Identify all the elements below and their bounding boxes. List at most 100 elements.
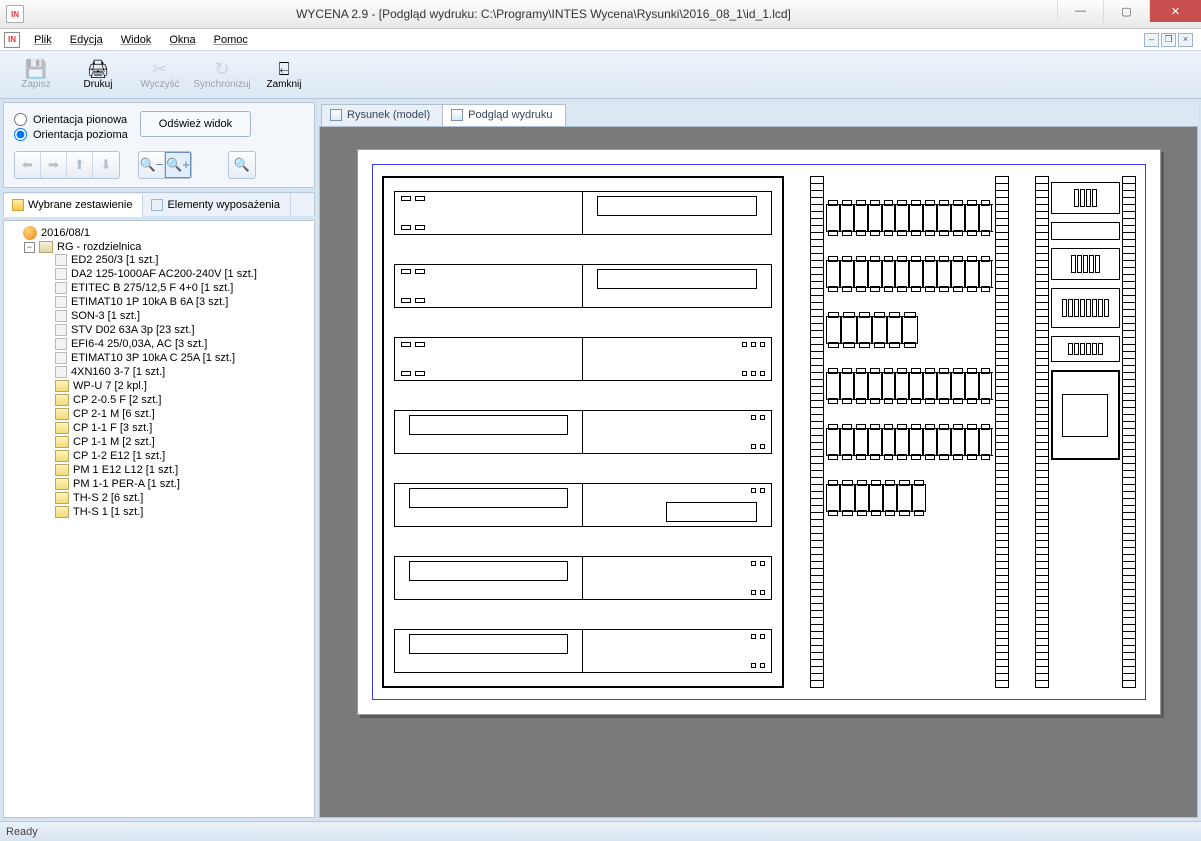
tree-item[interactable]: PM 1 E12 L12 [1 szt.] bbox=[40, 464, 312, 476]
close-icon: ⍇ bbox=[279, 60, 290, 78]
component-icon bbox=[55, 380, 69, 392]
doc-tab-model[interactable]: Rysunek (model) bbox=[321, 104, 443, 126]
cabinet-3 bbox=[1035, 176, 1136, 688]
mdi-close-button[interactable]: × bbox=[1178, 33, 1193, 47]
preview-page bbox=[357, 149, 1161, 715]
nav-down-button[interactable]: ⬇ bbox=[93, 152, 119, 178]
toolbar: 💾 Zapisz 🖨 Drukuj ✂ Wyczyść ↻ Synchroniz… bbox=[0, 51, 1201, 99]
app-icon: IN bbox=[6, 5, 24, 23]
box-icon bbox=[39, 241, 53, 253]
tree-item[interactable]: CP 2-1 M [6 szt.] bbox=[40, 408, 312, 420]
nav-left-button[interactable]: ⬅ bbox=[15, 152, 41, 178]
tab-wybrane-label: Wybrane zestawienie bbox=[28, 199, 132, 211]
tab-elementy-label: Elementy wyposażenia bbox=[167, 199, 280, 211]
orientation-horizontal-label: Orientacja pozioma bbox=[33, 129, 128, 141]
statusbar: Ready bbox=[0, 821, 1201, 841]
zoom-fit-button[interactable]: 🔍 bbox=[229, 152, 255, 178]
nav-right-button[interactable]: ➡ bbox=[41, 152, 67, 178]
component-icon bbox=[55, 464, 69, 476]
component-icon bbox=[55, 254, 67, 266]
tree-item[interactable]: TH-S 1 [1 szt.] bbox=[40, 506, 312, 518]
zoom-out-button[interactable]: 🔍− bbox=[139, 152, 165, 178]
zapisz-button: 💾 Zapisz bbox=[6, 54, 66, 96]
tree-item[interactable]: ETITEC B 275/12,5 F 4+0 [1 szt.] bbox=[40, 282, 312, 294]
tab-wybrane-zestawienie[interactable]: Wybrane zestawienie bbox=[4, 194, 143, 217]
print-icon: 🖨 bbox=[87, 60, 110, 78]
close-button[interactable]: ✕ bbox=[1149, 0, 1201, 22]
zamknij-button[interactable]: ⍇ Zamknij bbox=[254, 54, 314, 96]
menu-pomoc[interactable]: Pomoc bbox=[206, 32, 256, 48]
component-icon bbox=[55, 408, 69, 420]
busbar-right bbox=[995, 176, 1009, 688]
doc-tab-preview[interactable]: Podgląd wydruku bbox=[442, 104, 565, 126]
wyczysc-button: ✂ Wyczyść bbox=[130, 54, 190, 96]
orientation-group: Orientacja pionowa Orientacja pozioma bbox=[14, 113, 128, 141]
component-icon bbox=[55, 394, 69, 406]
doc-tab-model-label: Rysunek (model) bbox=[347, 109, 430, 121]
tree-item[interactable]: WP-U 7 [2 kpl.] bbox=[40, 380, 312, 392]
window-title: WYCENA 2.9 - [Podgląd wydruku: C:\Progra… bbox=[30, 7, 1057, 21]
radio-orientation-horizontal[interactable]: Orientacja pozioma bbox=[14, 128, 128, 141]
menu-plik[interactable]: Plik bbox=[26, 32, 60, 48]
tree-item[interactable]: ED2 250/3 [1 szt.] bbox=[40, 254, 312, 266]
nav-up-button[interactable]: ⬆ bbox=[67, 152, 93, 178]
app-system-icon[interactable]: IN bbox=[4, 32, 20, 48]
tree-item[interactable]: SON-3 [1 szt.] bbox=[40, 310, 312, 322]
synchronizuj-label: Synchronizuj bbox=[193, 80, 250, 90]
component-icon bbox=[55, 282, 67, 294]
zapisz-label: Zapisz bbox=[21, 80, 50, 90]
component-icon bbox=[55, 422, 69, 434]
refresh-view-button[interactable]: Odśwież widok bbox=[140, 111, 251, 137]
tree-container[interactable]: 2016/08/1−RG - rozdzielnicaED2 250/3 [1 … bbox=[3, 220, 315, 818]
collapse-icon[interactable]: − bbox=[24, 242, 35, 253]
tree-item[interactable]: DA2 125-1000AF AC200-240V [1 szt.] bbox=[40, 268, 312, 280]
component-icon bbox=[55, 506, 69, 518]
mdi-minimize-button[interactable]: – bbox=[1144, 33, 1159, 47]
tree-item[interactable]: STV D02 63A 3p [23 szt.] bbox=[40, 324, 312, 336]
busbar-col3-right bbox=[1122, 176, 1136, 688]
tab-elementy-wyposazenia[interactable]: Elementy wyposażenia bbox=[143, 193, 291, 216]
tree-item[interactable]: CP 1-1 M [2 szt.] bbox=[40, 436, 312, 448]
wyczysc-label: Wyczyść bbox=[140, 80, 179, 90]
menu-okna[interactable]: Okna bbox=[161, 32, 203, 48]
left-panel: Orientacja pionowa Orientacja pozioma Od… bbox=[3, 102, 315, 818]
tree-item[interactable]: CP 2-0.5 F [2 szt.] bbox=[40, 394, 312, 406]
zoom-in-button[interactable]: 🔍+ bbox=[165, 152, 191, 178]
maximize-button[interactable]: ▢ bbox=[1103, 0, 1149, 22]
minimize-button[interactable]: — bbox=[1057, 0, 1103, 22]
cabinet-2 bbox=[810, 176, 1008, 688]
orientation-panel: Orientacja pionowa Orientacja pozioma Od… bbox=[3, 102, 315, 188]
tree[interactable]: 2016/08/1−RG - rozdzielnicaED2 250/3 [1 … bbox=[6, 225, 312, 521]
menu-widok[interactable]: Widok bbox=[113, 32, 160, 48]
radio-orientation-vertical[interactable]: Orientacja pionowa bbox=[14, 113, 128, 126]
menubar: IN Plik Edycja Widok Okna Pomoc – ❐ × bbox=[0, 29, 1201, 51]
sync-icon: ↻ bbox=[214, 60, 229, 78]
mdi-controls: – ❐ × bbox=[1144, 33, 1197, 47]
component-icon bbox=[55, 338, 67, 350]
tree-item[interactable]: ETIMAT10 1P 10kA B 6A [3 szt.] bbox=[40, 296, 312, 308]
component-icon bbox=[55, 492, 69, 504]
drawing-icon bbox=[330, 109, 342, 121]
tree-item[interactable]: CP 1-2 E12 [1 szt.] bbox=[40, 450, 312, 462]
tree-item[interactable]: CP 1-1 F [3 szt.] bbox=[40, 422, 312, 434]
tree-item[interactable]: ETIMAT10 3P 10kA C 25A [1 szt.] bbox=[40, 352, 312, 364]
synchronizuj-button: ↻ Synchronizuj bbox=[192, 54, 252, 96]
component-icon bbox=[55, 436, 69, 448]
component-icon bbox=[55, 450, 69, 462]
tree-item[interactable]: TH-S 2 [6 szt.] bbox=[40, 492, 312, 504]
component-icon bbox=[55, 310, 67, 322]
component-icon bbox=[55, 296, 67, 308]
mdi-restore-button[interactable]: ❐ bbox=[1161, 33, 1176, 47]
tree-item[interactable]: 4XN160 3-7 [1 szt.] bbox=[40, 366, 312, 378]
menu-edycja[interactable]: Edycja bbox=[62, 32, 111, 48]
tree-item[interactable]: EFI6-4 25/0,03A, AC [3 szt.] bbox=[40, 338, 312, 350]
tree-group-node[interactable]: −RG - rozdzielnica bbox=[24, 241, 312, 253]
tree-root-node[interactable]: 2016/08/1 bbox=[8, 226, 312, 240]
drukuj-button[interactable]: 🖨 Drukuj bbox=[68, 54, 128, 96]
document-tabstrip: Rysunek (model) Podgląd wydruku bbox=[319, 102, 1198, 126]
orientation-vertical-label: Orientacja pionowa bbox=[33, 114, 127, 126]
print-preview-frame[interactable] bbox=[319, 126, 1198, 818]
busbar-left bbox=[810, 176, 824, 688]
component-icon bbox=[55, 324, 67, 336]
tree-item[interactable]: PM 1-1 PER-A [1 szt.] bbox=[40, 478, 312, 490]
